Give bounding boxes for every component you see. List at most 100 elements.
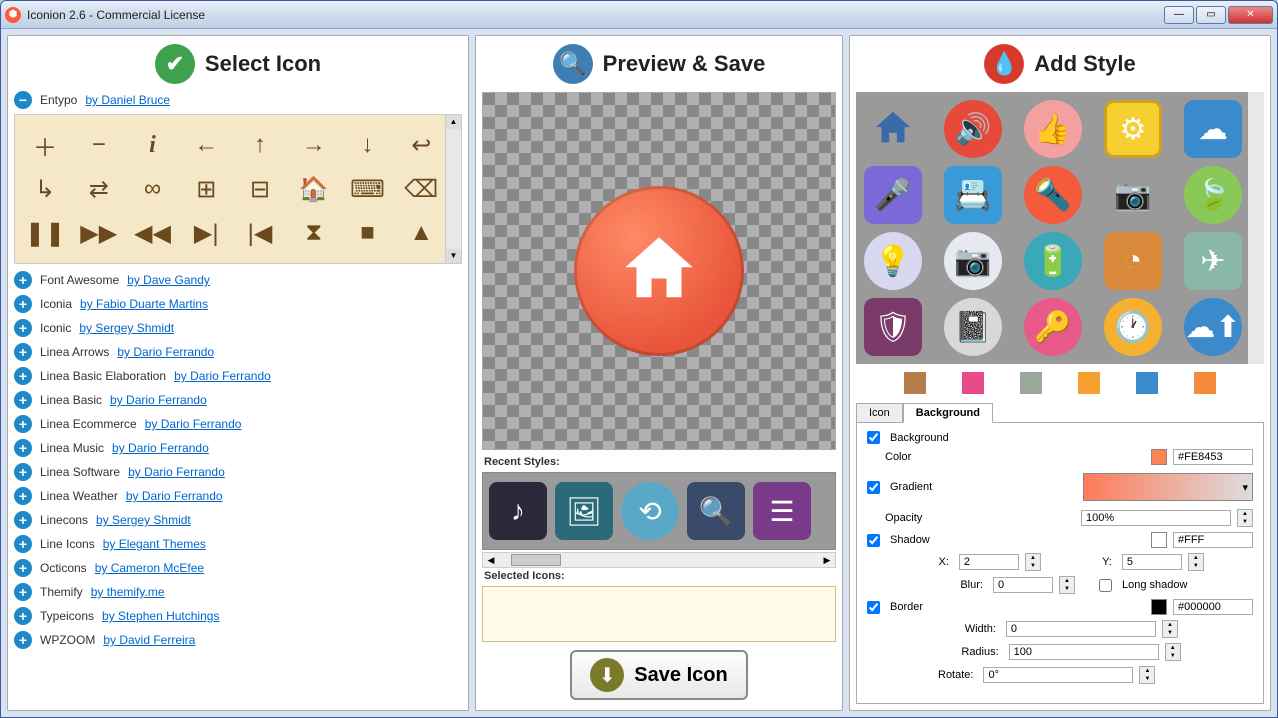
- rewind-icon[interactable]: ◀◀: [133, 213, 173, 253]
- tab-icon[interactable]: Icon: [856, 403, 903, 423]
- gradient-picker[interactable]: ▾: [1083, 473, 1253, 501]
- opacity-input[interactable]: [1081, 510, 1231, 526]
- preset-notebook[interactable]: 📓: [944, 298, 1002, 356]
- pack-author-link[interactable]: by Dario Ferrando: [126, 489, 223, 503]
- icon-grid-scrollbar[interactable]: [445, 115, 461, 263]
- rotate-spinner[interactable]: ▲▼: [1139, 666, 1155, 684]
- recent-style-music[interactable]: ♪: [489, 482, 547, 540]
- preset-sound[interactable]: 🔊: [944, 100, 1002, 158]
- home-icon[interactable]: 🏠: [294, 169, 334, 209]
- x-input[interactable]: [959, 554, 1019, 570]
- save-icon-button[interactable]: ⬇ Save Icon: [570, 650, 747, 700]
- preset-battery[interactable]: 🔋: [1024, 232, 1082, 290]
- recent-style-rewind[interactable]: ⟲: [621, 482, 679, 540]
- collapse-icon[interactable]: −: [14, 91, 32, 109]
- shadow-color-input[interactable]: [1173, 532, 1253, 548]
- preset-camera-outline[interactable]: 📷: [1104, 166, 1162, 224]
- expand-icon[interactable]: +: [14, 583, 32, 601]
- preset-leaf[interactable]: 🍃: [1184, 166, 1242, 224]
- pack-author-link[interactable]: by Sergey Shmidt: [79, 321, 174, 335]
- expand-icon[interactable]: +: [14, 295, 32, 313]
- preset-thumb[interactable]: 👍: [1024, 100, 1082, 158]
- pack-author-link[interactable]: by Dario Ferrando: [174, 369, 271, 383]
- preset-html5[interactable]: 🛡: [864, 298, 922, 356]
- width-spinner[interactable]: ▲▼: [1162, 620, 1178, 638]
- expand-icon[interactable]: +: [14, 511, 32, 529]
- infinity-icon[interactable]: ∞: [133, 169, 173, 209]
- preset-gear[interactable]: ⚙: [1104, 100, 1162, 158]
- x-spinner[interactable]: ▲▼: [1025, 553, 1041, 571]
- rotate-input[interactable]: [983, 667, 1133, 683]
- recent-style-list[interactable]: ☰: [753, 482, 811, 540]
- expand-icon[interactable]: +: [14, 487, 32, 505]
- tab-background[interactable]: Background: [903, 403, 993, 423]
- minimize-button[interactable]: —: [1164, 6, 1194, 24]
- pause-icon[interactable]: ❚❚: [25, 213, 65, 253]
- plus-icon[interactable]: ＋: [25, 125, 65, 165]
- arrow-down-icon[interactable]: ↓: [348, 125, 388, 165]
- preset-upload[interactable]: ☁⬆: [1184, 298, 1242, 356]
- info-icon[interactable]: i: [133, 125, 173, 165]
- style-grid-scrollbar[interactable]: [1248, 92, 1264, 364]
- color-swatch[interactable]: [1136, 372, 1158, 394]
- recent-style-image[interactable]: 🖼: [555, 482, 613, 540]
- pack-author-link[interactable]: by Daniel Bruce: [85, 93, 170, 107]
- pack-author-link[interactable]: by Sergey Shmidt: [96, 513, 191, 527]
- pack-author-link[interactable]: by David Ferreira: [103, 633, 195, 647]
- preset-mic[interactable]: 🎤: [864, 166, 922, 224]
- preset-camera[interactable]: 📷: [944, 232, 1002, 290]
- expand-icon[interactable]: +: [14, 319, 32, 337]
- radius-spinner[interactable]: ▲▼: [1165, 643, 1181, 661]
- y-input[interactable]: [1122, 554, 1182, 570]
- arrow-left-icon[interactable]: ←: [186, 125, 226, 165]
- color-swatch[interactable]: [962, 372, 984, 394]
- expand-icon[interactable]: +: [14, 415, 32, 433]
- pack-author-link[interactable]: by Dario Ferrando: [117, 345, 214, 359]
- expand-icon[interactable]: +: [14, 631, 32, 649]
- color-swatch[interactable]: [1078, 372, 1100, 394]
- expand-icon[interactable]: +: [14, 463, 32, 481]
- shadow-checkbox[interactable]: [867, 534, 880, 547]
- gradient-checkbox[interactable]: [867, 481, 880, 494]
- expand-icon[interactable]: +: [14, 391, 32, 409]
- triangle-up-icon[interactable]: ▲: [401, 213, 441, 253]
- color-preview[interactable]: [1151, 449, 1167, 465]
- background-checkbox[interactable]: [867, 431, 880, 444]
- width-input[interactable]: [1006, 621, 1156, 637]
- arrow-right-icon[interactable]: →: [294, 125, 334, 165]
- fast-forward-icon[interactable]: ▶▶: [79, 213, 119, 253]
- plus-square-icon[interactable]: ⊞: [186, 169, 226, 209]
- preset-cloud[interactable]: ☁: [1184, 100, 1242, 158]
- pack-author-link[interactable]: by Cameron McEfee: [95, 561, 204, 575]
- expand-icon[interactable]: +: [14, 439, 32, 457]
- expand-icon[interactable]: +: [14, 535, 32, 553]
- border-color-preview[interactable]: [1151, 599, 1167, 615]
- preset-chart[interactable]: ◔: [1104, 232, 1162, 290]
- close-button[interactable]: ✕: [1228, 6, 1273, 24]
- preset-clock[interactable]: 🕐: [1104, 298, 1162, 356]
- border-color-input[interactable]: [1173, 599, 1253, 615]
- pack-author-link[interactable]: by Fabio Duarte Martins: [80, 297, 208, 311]
- minus-icon[interactable]: −: [79, 125, 119, 165]
- y-spinner[interactable]: ▲▼: [1188, 553, 1204, 571]
- expand-icon[interactable]: +: [14, 559, 32, 577]
- expand-icon[interactable]: +: [14, 343, 32, 361]
- preset-contacts[interactable]: 📇: [944, 166, 1002, 224]
- color-swatch[interactable]: [1194, 372, 1216, 394]
- preset-bulb[interactable]: 💡: [864, 232, 922, 290]
- color-swatch[interactable]: [904, 372, 926, 394]
- recent-style-search[interactable]: 🔍: [687, 482, 745, 540]
- keyboard-icon[interactable]: ⌨: [348, 169, 388, 209]
- preset-plane[interactable]: ✈: [1184, 232, 1242, 290]
- border-checkbox[interactable]: [867, 601, 880, 614]
- color-input[interactable]: [1173, 449, 1253, 465]
- shadow-color-preview[interactable]: [1151, 532, 1167, 548]
- pack-author-link[interactable]: by Stephen Hutchings: [102, 609, 219, 623]
- pack-author-link[interactable]: by Dave Gandy: [127, 273, 210, 287]
- preset-home[interactable]: [864, 100, 922, 158]
- pack-author-link[interactable]: by Dario Ferrando: [145, 417, 242, 431]
- color-swatch[interactable]: [1020, 372, 1042, 394]
- arrow-up-icon[interactable]: ↑: [240, 125, 280, 165]
- pack-author-link[interactable]: by Dario Ferrando: [112, 441, 209, 455]
- preset-flashlight[interactable]: 🔦: [1024, 166, 1082, 224]
